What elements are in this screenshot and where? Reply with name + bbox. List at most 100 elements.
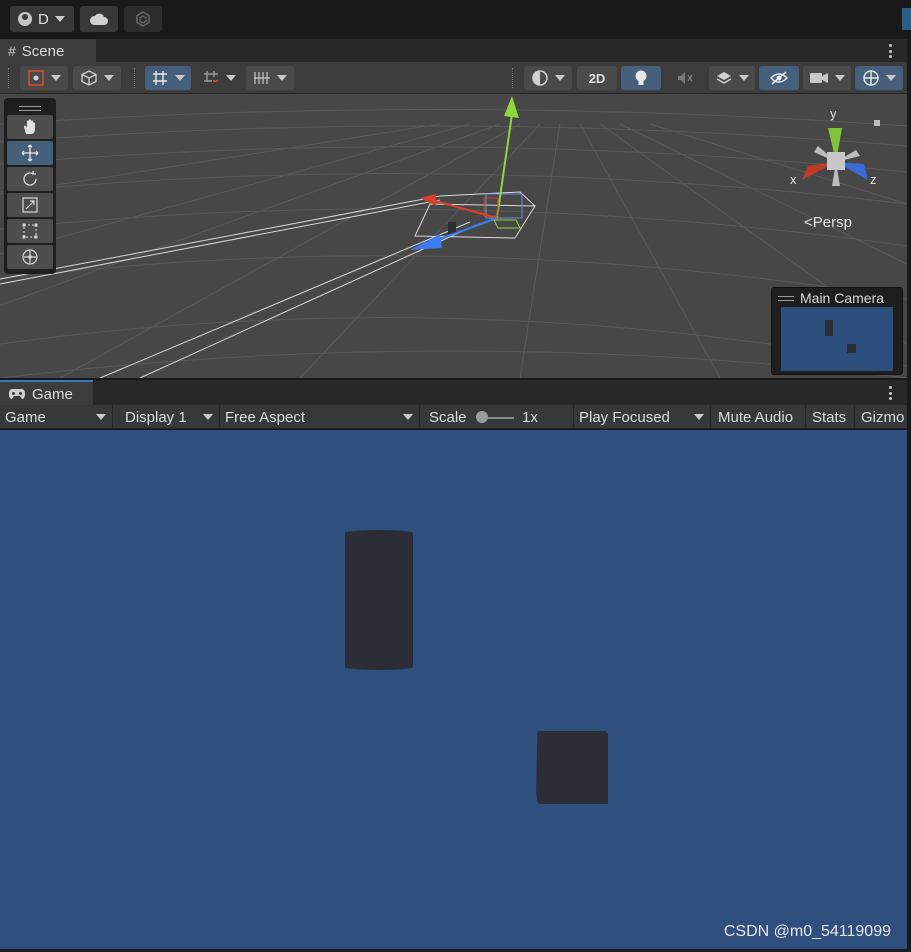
- move-icon: [21, 144, 39, 162]
- audio-toggle-button[interactable]: [665, 66, 705, 90]
- hand-tool-button[interactable]: [7, 115, 53, 139]
- tab-scene[interactable]: # Scene: [0, 39, 96, 63]
- grid-snap-icon: [153, 71, 167, 85]
- toolbar-separator: [134, 68, 136, 88]
- camera-settings-button[interactable]: [803, 66, 851, 90]
- eye-hidden-icon: [770, 71, 788, 85]
- rect-tool-button[interactable]: [7, 219, 53, 243]
- chevron-down-icon: [96, 414, 106, 420]
- transform-icon: [22, 249, 38, 265]
- pivot-mode-button[interactable]: [20, 66, 68, 90]
- incremental-snap-button[interactable]: [196, 66, 242, 90]
- gizmos-toggle[interactable]: Gizmo: [856, 405, 907, 429]
- watermark: CSDN @m0_54119099: [723, 923, 891, 940]
- effects-button[interactable]: [709, 66, 755, 90]
- grid-icon: #: [8, 43, 16, 59]
- collab-icon: [136, 11, 150, 27]
- aspect-label: Free Aspect: [225, 408, 306, 426]
- preview-cylinder: [825, 320, 833, 336]
- mute-audio-toggle[interactable]: Mute Audio: [713, 405, 806, 429]
- chevron-down-icon: [555, 75, 565, 81]
- scene-menu-icon[interactable]: [889, 44, 893, 58]
- gizmos-button[interactable]: [855, 66, 903, 90]
- cloud-button[interactable]: [80, 6, 118, 32]
- scene-toolbar: 2D: [0, 62, 907, 94]
- chevron-down-icon: [104, 75, 114, 81]
- toolbar-grip: [8, 68, 10, 88]
- scene-view[interactable]: y x z <Persp Main Camera: [0, 94, 907, 378]
- scale-tool-button[interactable]: [7, 193, 53, 217]
- camera-icon: [810, 73, 828, 83]
- chevron-down-icon: [203, 414, 213, 420]
- chevron-down-icon: [226, 75, 236, 81]
- chevron-down-icon: [694, 414, 704, 420]
- orientation-gizmo[interactable]: y x z: [784, 102, 894, 212]
- account-dropdown[interactable]: D: [10, 6, 74, 32]
- tab-game-label: Game: [32, 385, 73, 403]
- rotate-tool-button[interactable]: [7, 167, 53, 191]
- window-accent: [902, 8, 911, 30]
- chevron-down-icon: [739, 75, 749, 81]
- collab-button[interactable]: [124, 6, 162, 32]
- scale-value: 1x: [522, 409, 538, 426]
- scale-slider-handle[interactable]: [476, 411, 488, 423]
- tab-game[interactable]: Game: [0, 380, 93, 406]
- chevron-down-icon: [403, 414, 413, 420]
- camera-preview: Main Camera: [771, 287, 903, 375]
- scene-visibility-button[interactable]: [759, 66, 799, 90]
- chevron-down-icon: [51, 75, 61, 81]
- pivot-icon: [28, 70, 44, 86]
- move-tool-button[interactable]: [7, 141, 53, 165]
- camera-preview-title: Main Camera: [800, 290, 885, 306]
- user-icon: [18, 12, 32, 26]
- projection-toggle[interactable]: <Persp: [804, 214, 852, 231]
- tool-palette: [4, 98, 56, 274]
- game-mode-label: Game: [5, 408, 46, 426]
- cloud-icon: [89, 13, 108, 25]
- scale-icon: [22, 197, 38, 213]
- chevron-down-icon: [175, 75, 185, 81]
- chevron-down-icon: [835, 75, 845, 81]
- tool-palette-grip[interactable]: [7, 101, 53, 115]
- scene-tab-strip: # Scene: [0, 38, 907, 63]
- stats-toggle[interactable]: Stats: [807, 405, 855, 429]
- layers-icon: [716, 72, 732, 84]
- game-tab-strip: Game: [0, 379, 907, 406]
- top-toolbar: D: [0, 0, 911, 38]
- display-label: Display 1: [125, 408, 187, 426]
- toolbar-separator: [512, 68, 514, 88]
- lighting-toggle-button[interactable]: [621, 66, 661, 90]
- gizmo-z-label: z: [870, 172, 877, 187]
- chevron-down-icon: [54, 16, 65, 22]
- scale-label: Scale: [429, 408, 467, 426]
- gizmos-label: Gizmo: [861, 408, 905, 426]
- ruler-button[interactable]: [246, 66, 294, 90]
- tab-scene-label: Scene: [21, 42, 65, 60]
- transform-tool-button[interactable]: [7, 245, 53, 269]
- account-label: D: [38, 10, 49, 28]
- camera-preview-header[interactable]: Main Camera: [778, 290, 884, 306]
- shading-mode-button[interactable]: [524, 66, 572, 90]
- game-view[interactable]: CSDN @m0_54119099: [0, 430, 907, 949]
- sphere-icon: [532, 70, 548, 86]
- grid-snapping-button[interactable]: [145, 66, 191, 90]
- snap-icon: [204, 71, 219, 83]
- chevron-left-icon: <: [804, 214, 813, 231]
- gamepad-icon: [9, 389, 25, 399]
- display-dropdown[interactable]: Display 1: [120, 405, 220, 429]
- mute-audio-label: Mute Audio: [718, 408, 794, 426]
- rect-icon: [22, 223, 38, 239]
- 2d-toggle-button[interactable]: 2D: [577, 66, 617, 90]
- game-menu-icon[interactable]: [889, 386, 893, 400]
- chevron-down-icon: [277, 75, 287, 81]
- ruler-icon: [254, 72, 270, 84]
- speaker-mute-icon: [678, 72, 693, 84]
- play-mode-dropdown[interactable]: Play Focused: [574, 405, 711, 429]
- aspect-dropdown[interactable]: Free Aspect: [220, 405, 420, 429]
- pivot-rotation-button[interactable]: [73, 66, 121, 90]
- gizmo-x-label: x: [790, 172, 797, 187]
- cube-icon: [81, 70, 97, 86]
- hand-icon: [24, 119, 35, 134]
- camera-preview-render: [781, 307, 893, 371]
- game-mode-dropdown[interactable]: Game: [0, 405, 113, 429]
